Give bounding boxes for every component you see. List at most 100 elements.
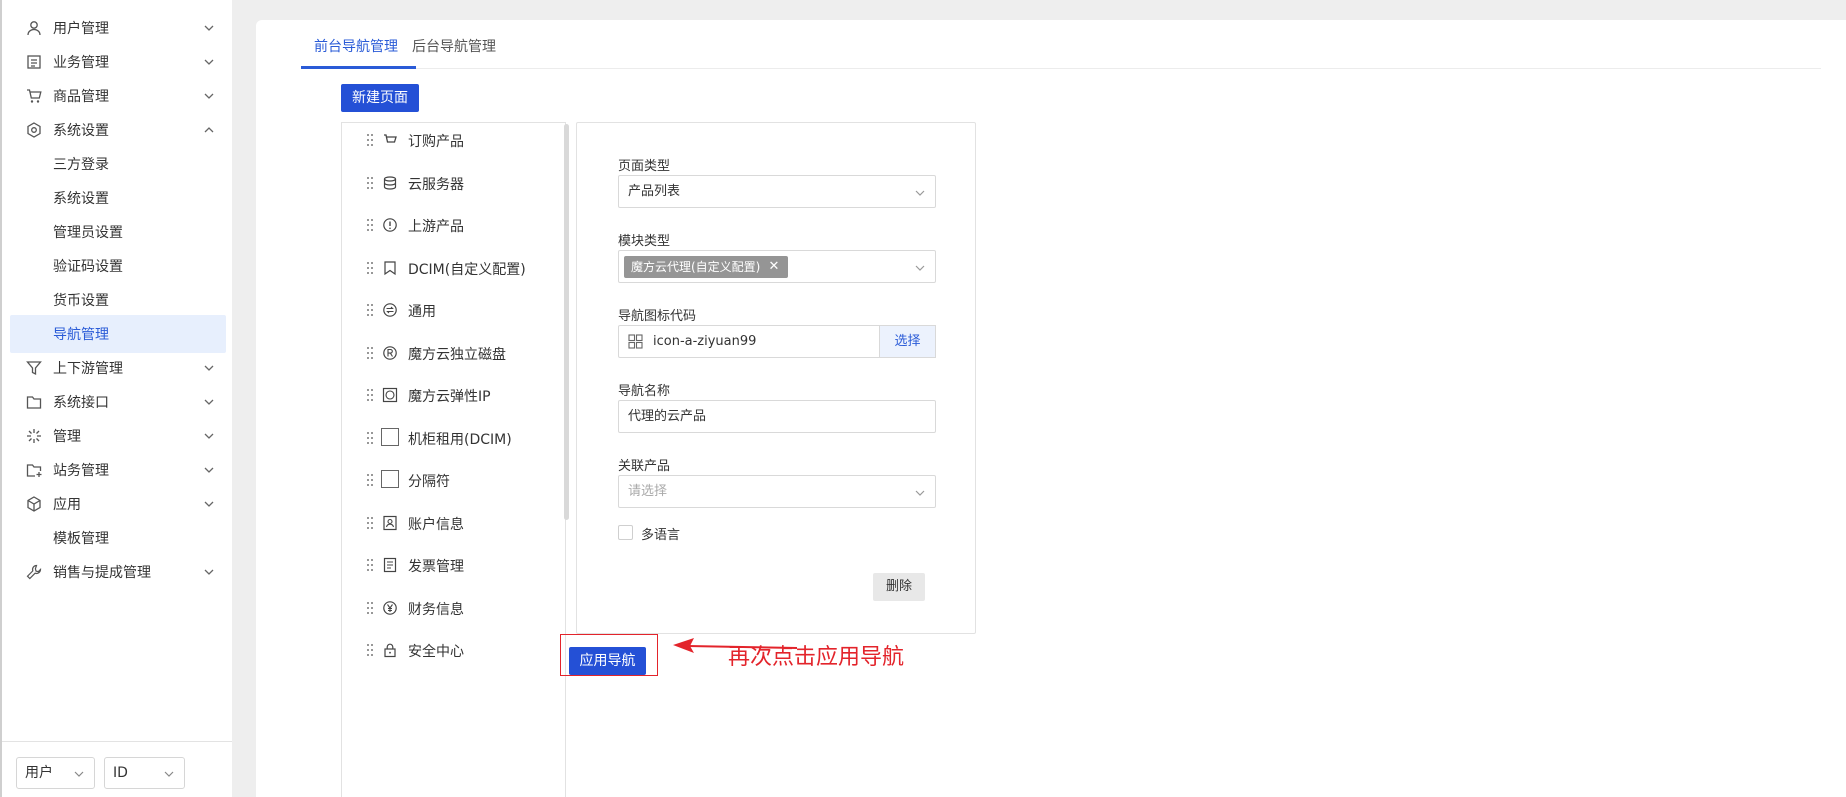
nav-list-item[interactable]: 安全中心 [342, 628, 564, 672]
nav-list-item[interactable]: 机柜租用(DCIM) [342, 416, 564, 460]
nav-item-edit-form: 页面类型 产品列表 模块类型 魔方云代理(自定义配置) ✕ 导航图标代码 ico… [576, 122, 976, 634]
chevron-down-icon [204, 467, 214, 473]
sidebar-item-label: 管理 [53, 429, 81, 445]
chevron-down-icon [204, 433, 214, 439]
sidebar-item-label: 三方登录 [53, 157, 109, 173]
annotation-text: 再次点击应用导航 [728, 645, 905, 670]
search-field-value: ID [113, 765, 128, 781]
drag-handle-icon[interactable] [366, 643, 374, 657]
nav-list-item[interactable]: 分隔符 [342, 458, 564, 502]
sidebar-item-business-management[interactable]: 业务管理 [10, 43, 226, 81]
chevron-down-icon [915, 265, 925, 271]
chevron-down-icon [164, 771, 174, 777]
id-card-icon [383, 515, 397, 531]
sidebar-item-label: 管理员设置 [53, 225, 123, 241]
nav-item-label: 魔方云弹性IP [408, 389, 491, 405]
drag-handle-icon[interactable] [366, 218, 374, 232]
module-type-select[interactable]: 魔方云代理(自定义配置) ✕ [618, 250, 936, 283]
nav-item-label: DCIM(自定义配置) [408, 262, 526, 278]
nav-item-label: 发票管理 [408, 559, 464, 575]
apply-navigation-button[interactable]: 应用导航 [569, 647, 646, 675]
sidebar-item-apps[interactable]: 应用 [10, 485, 226, 523]
nav-list-item[interactable]: 账户信息 [342, 501, 564, 545]
nav-item-label: 魔方云独立磁盘 [408, 347, 506, 363]
sidebar-item-system-interface[interactable]: 系统接口 [10, 383, 226, 421]
chevron-down-icon [74, 771, 84, 777]
module-type-tag: 魔方云代理(自定义配置) ✕ [624, 256, 789, 278]
drag-handle-icon[interactable] [366, 133, 374, 147]
drag-handle-icon[interactable] [366, 558, 374, 572]
new-page-button[interactable]: 新建页面 [341, 84, 419, 112]
search-type-select[interactable]: 用户 [16, 757, 95, 789]
sidebar-subitem-template-management[interactable]: 模板管理 [10, 519, 226, 557]
sidebar-item-label: 模板管理 [53, 531, 109, 547]
sidebar-search-bar: 用户 ID [2, 741, 232, 797]
grid-icon [628, 334, 643, 349]
swap-circle-icon [383, 303, 397, 317]
delete-button[interactable]: 删除 [873, 573, 925, 601]
module-type-label: 模块类型 [618, 234, 671, 249]
drag-handle-icon[interactable] [366, 516, 374, 530]
nav-list-item[interactable]: 魔方云独立磁盘 [342, 331, 564, 375]
nav-list-item[interactable]: 订购产品 [342, 123, 564, 162]
nav-list-item[interactable]: 财务信息 [342, 586, 564, 630]
sidebar-item-label: 站务管理 [53, 463, 109, 479]
filter-icon [26, 361, 42, 376]
drag-handle-icon[interactable] [366, 473, 374, 487]
cart-icon [27, 89, 42, 103]
page-type-value: 产品列表 [628, 184, 681, 199]
sidebar-subitem-admin-settings[interactable]: 管理员设置 [10, 213, 226, 251]
related-product-select[interactable]: 请选择 [618, 475, 936, 508]
multilang-checkbox[interactable] [618, 525, 633, 540]
sidebar-item-label: 系统设置 [53, 123, 109, 139]
bookmark-icon [384, 261, 396, 276]
module-type-tag-text: 魔方云代理(自定义配置) [631, 260, 761, 274]
nav-list-item[interactable]: 云服务器 [342, 161, 564, 205]
page-type-select[interactable]: 产品列表 [618, 175, 936, 208]
drag-handle-icon[interactable] [366, 176, 374, 190]
sidebar-item-management[interactable]: 管理 [10, 417, 226, 455]
drag-handle-icon[interactable] [366, 388, 374, 402]
nav-list-scrollbar[interactable] [564, 124, 569, 520]
drag-handle-icon[interactable] [366, 346, 374, 360]
nav-name-input[interactable]: 代理的云产品 [618, 400, 936, 433]
sparkle-icon [27, 429, 41, 443]
sidebar-subitem-currency-settings[interactable]: 货币设置 [10, 281, 226, 319]
sidebar-item-label: 业务管理 [53, 55, 109, 71]
empty-box-icon [381, 470, 399, 488]
drag-handle-icon[interactable] [366, 431, 374, 445]
tab-backend-navigation[interactable]: 后台导航管理 [412, 36, 496, 56]
nav-list-item[interactable]: 上游产品 [342, 203, 564, 247]
nav-item-label: 云服务器 [408, 177, 464, 193]
select-icon-button[interactable]: 选择 [879, 325, 936, 358]
chevron-up-icon [204, 127, 214, 133]
nav-list-item[interactable]: 魔方云弹性IP [342, 373, 564, 417]
drag-handle-icon[interactable] [366, 601, 374, 615]
invoice-icon [383, 557, 397, 573]
icon-code-input[interactable]: icon-a-ziyuan99 选择 [618, 325, 936, 358]
search-field-select[interactable]: ID [104, 757, 185, 789]
folder-icon [26, 396, 42, 409]
sidebar-subitem-third-party-login[interactable]: 三方登录 [10, 145, 226, 183]
icon-code-value: icon-a-ziyuan99 [653, 334, 757, 349]
sidebar-item-site-management[interactable]: 站务管理 [10, 451, 226, 489]
sidebar-subitem-navigation-management[interactable]: 导航管理 [10, 315, 226, 353]
sidebar-item-upstream-downstream[interactable]: 上下游管理 [10, 349, 226, 387]
nav-list-item[interactable]: 发票管理 [342, 543, 564, 587]
nav-item-label: 订购产品 [408, 134, 464, 150]
sidebar-item-system-settings[interactable]: 系统设置 [10, 111, 226, 149]
nav-item-label: 安全中心 [408, 644, 464, 660]
drag-handle-icon[interactable] [366, 261, 374, 275]
sidebar-item-sales-commission[interactable]: 销售与提成管理 [10, 553, 226, 591]
tag-close-icon[interactable]: ✕ [768, 256, 779, 278]
nav-item-label: 账户信息 [408, 517, 464, 533]
tab-frontend-navigation[interactable]: 前台导航管理 [314, 36, 398, 56]
drag-handle-icon[interactable] [366, 303, 374, 317]
sidebar-subitem-captcha-settings[interactable]: 验证码设置 [10, 247, 226, 285]
sidebar-item-user-management[interactable]: 用户管理 [10, 9, 226, 47]
chevron-down-icon [204, 569, 214, 575]
sidebar-subitem-system-settings[interactable]: 系统设置 [10, 179, 226, 217]
sidebar-item-product-management[interactable]: 商品管理 [10, 77, 226, 115]
nav-list-item[interactable]: 通用 [342, 288, 564, 332]
nav-list-item[interactable]: DCIM(自定义配置) [342, 246, 564, 290]
